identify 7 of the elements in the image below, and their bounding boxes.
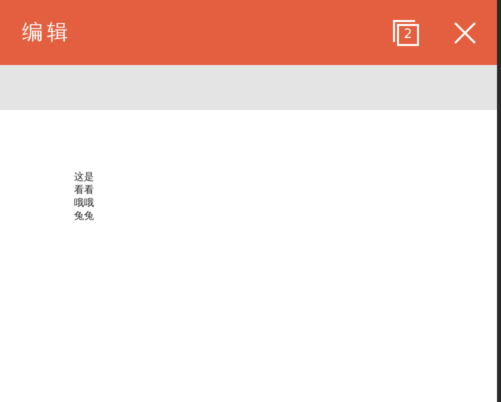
page-title: 编辑: [22, 18, 72, 46]
text-line: 这是: [74, 171, 95, 184]
text-line: 看看: [74, 184, 95, 197]
text-line: 兔兔: [74, 210, 95, 223]
text-line: 哦哦: [74, 197, 95, 210]
close-button[interactable]: [453, 20, 477, 44]
close-icon: [453, 20, 477, 44]
